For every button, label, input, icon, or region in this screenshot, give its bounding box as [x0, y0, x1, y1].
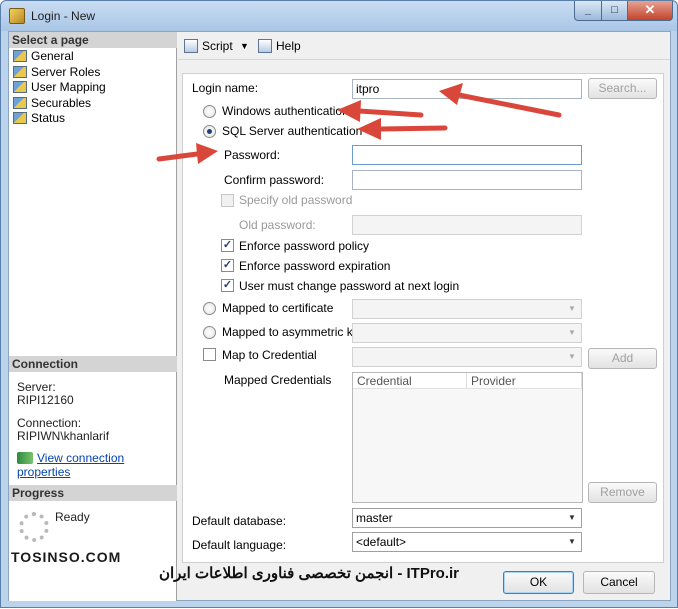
login-new-window: Login - New _ □ ✕ Select a page General … [0, 0, 678, 608]
annotation-arrow-password [156, 143, 218, 164]
annotation-arrow-sql-auth [357, 118, 448, 140]
annotation-arrow-windows-auth [337, 100, 424, 122]
annotation-arrows [156, 83, 562, 164]
annotation-arrow-login [439, 83, 562, 118]
